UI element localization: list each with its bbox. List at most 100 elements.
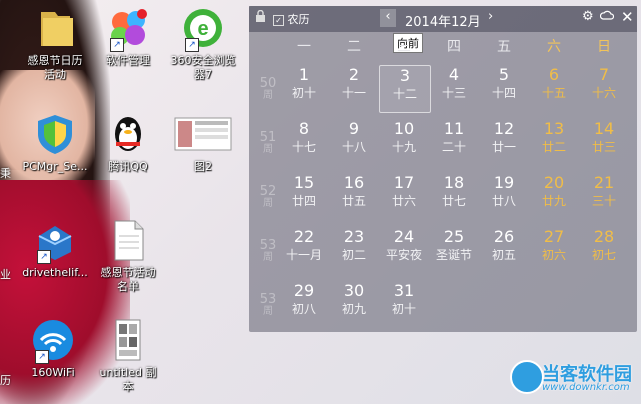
calendar-day[interactable]: 8 十七 — [279, 119, 329, 165]
day-number: 5 — [498, 65, 510, 84]
weekday-label: 三 — [397, 39, 411, 55]
lunar-date: 廿八 — [491, 194, 516, 208]
lunar-date: 廿三 — [591, 140, 616, 154]
lunar-date: 平安夜 — [385, 248, 422, 262]
calendar-day-today[interactable]: 3 十二 — [379, 65, 431, 113]
calendar-day[interactable]: 24 平安夜 — [379, 227, 429, 273]
calendar-day[interactable]: 23 初二 — [329, 227, 379, 273]
lunar-date: 廿六 — [391, 194, 416, 208]
cloud-icon[interactable] — [599, 9, 615, 24]
day-number: 13 — [543, 119, 565, 138]
calendar-day[interactable]: 2 十一 — [329, 65, 379, 111]
calendar-day[interactable]: 7 十六 — [579, 65, 629, 111]
gear-icon[interactable]: ⚙ — [582, 9, 594, 24]
calendar-day[interactable]: 13 廿二 — [529, 119, 579, 165]
lunar-date: 十二 — [392, 87, 417, 101]
shield-icon — [33, 112, 77, 156]
desktop-icon-160wifi[interactable]: ↗ 160WiFi — [18, 318, 88, 380]
calendar-day[interactable]: 10 十九 — [379, 119, 429, 165]
desktop-icon-untitled-copy[interactable]: untitled 副 本 — [93, 318, 163, 394]
day-number: 6 — [548, 65, 560, 84]
day-number: 2 — [348, 65, 360, 84]
day-number: 27 — [543, 227, 565, 246]
lunar-date: 初七 — [591, 248, 616, 262]
lunar-date: 十一 — [341, 86, 366, 100]
driver-life-icon: ↗ — [33, 218, 77, 264]
calendar-day[interactable]: 26 初五 — [479, 227, 529, 273]
chevron-right-icon: › — [488, 9, 494, 24]
image-file-icon — [106, 318, 150, 362]
calendar-day[interactable]: 29 初八 — [279, 281, 329, 327]
desktop-icon-qq[interactable]: 腾讯QQ — [93, 112, 163, 174]
desktop-icon-drivethelife[interactable]: ↗ drivethelif... — [20, 218, 90, 280]
lunar-date: 初二 — [341, 248, 366, 262]
desktop-icon-360-browser[interactable]: e ↗ 360安全浏览 器7 — [168, 6, 238, 82]
next-month-button[interactable]: › — [488, 9, 493, 24]
desktop-icon-image2[interactable]: 图2 — [168, 112, 238, 174]
day-number: 3 — [399, 66, 411, 85]
lunar-date: 十五 — [541, 86, 566, 100]
lunar-date: 十七 — [291, 140, 316, 154]
lunar-date: 初八 — [291, 302, 316, 316]
calendar-day[interactable]: 27 初六 — [529, 227, 579, 273]
calendar-day[interactable]: 22 十一月 — [279, 227, 329, 273]
day-number: 23 — [343, 227, 365, 246]
day-number: 22 — [293, 227, 315, 246]
day-number: 17 — [393, 173, 415, 192]
day-number: 19 — [493, 173, 515, 192]
svg-text:e: e — [197, 18, 208, 40]
calendar-day[interactable]: 12 廿一 — [479, 119, 529, 165]
image-thumbnail-icon — [174, 112, 232, 156]
desktop-icon-gratitude-calendar[interactable]: 感恩节日历 活动 — [20, 6, 90, 82]
calendar-day[interactable]: 31 初十 — [379, 281, 429, 327]
lock-icon[interactable] — [255, 9, 266, 26]
calendar-day[interactable]: 14 廿三 — [579, 119, 629, 165]
desktop-icon-software-manager[interactable]: ↗ 软件管理 — [93, 6, 163, 68]
calendar-day[interactable]: 5 十四 — [479, 65, 529, 111]
calendar-day[interactable]: 6 十五 — [529, 65, 579, 111]
lunar-date: 廿一 — [491, 140, 516, 154]
icon-label: 360安全浏览 器7 — [170, 54, 236, 81]
day-number: 26 — [493, 227, 515, 246]
watermark: 当客软件园 www.downkr.com — [510, 360, 640, 402]
weekday-label: 四 — [447, 39, 461, 55]
calendar-day[interactable]: 20 廿九 — [529, 173, 579, 219]
shortcut-arrow-icon: ↗ — [35, 350, 49, 364]
desktop-icon-pcmgr[interactable]: PCMgr_Se... — [20, 112, 90, 174]
icon-label: 腾讯QQ — [108, 160, 148, 173]
lunar-date: 十四 — [491, 86, 516, 100]
calendar-day[interactable]: 4 十三 — [429, 65, 479, 111]
calendar-day[interactable]: 9 十八 — [329, 119, 379, 165]
calendar-day[interactable]: 16 廿五 — [329, 173, 379, 219]
calendar-day[interactable]: 11 二十 — [429, 119, 479, 165]
lunar-toggle[interactable]: ✓ 农历 — [273, 11, 310, 27]
weekday-label: 五 — [497, 39, 511, 55]
day-number: 11 — [443, 119, 465, 138]
lunar-date: 十一月 — [285, 248, 322, 262]
calendar-day[interactable]: 25 圣诞节 — [429, 227, 479, 273]
checkbox-icon: ✓ — [273, 14, 284, 26]
lunar-date: 十九 — [391, 140, 416, 154]
calendar-day[interactable]: 30 初九 — [329, 281, 379, 327]
calendar-day[interactable]: 28 初七 — [579, 227, 629, 273]
lunar-date: 廿五 — [341, 194, 366, 208]
calendar-day[interactable]: 21 三十 — [579, 173, 629, 219]
calendar-day[interactable]: 17 廿六 — [379, 173, 429, 219]
lunar-date: 圣诞节 — [435, 248, 472, 262]
calendar-day[interactable]: 19 廿八 — [479, 173, 529, 219]
shortcut-arrow-icon: ↗ — [110, 38, 124, 52]
day-number: 8 — [298, 119, 310, 138]
close-icon[interactable]: ✕ — [621, 8, 634, 26]
day-number: 24 — [393, 227, 415, 246]
weekday-label: 二 — [347, 39, 361, 55]
calendar-day[interactable]: 18 廿七 — [429, 173, 479, 219]
calendar-day[interactable]: 1 初十 — [279, 65, 329, 111]
icon-label: 图2 — [194, 160, 212, 173]
wifi-icon: ↗ — [31, 318, 75, 364]
calendar-day[interactable]: 15 廿四 — [279, 173, 329, 219]
prev-month-button[interactable]: ‹ — [380, 9, 396, 27]
folder-icon — [33, 6, 77, 50]
desktop-icon-gratitude-list[interactable]: 感恩节活动 名单 — [93, 218, 163, 294]
lunar-date: 廿九 — [541, 194, 566, 208]
shortcut-arrow-icon: ↗ — [37, 250, 51, 264]
